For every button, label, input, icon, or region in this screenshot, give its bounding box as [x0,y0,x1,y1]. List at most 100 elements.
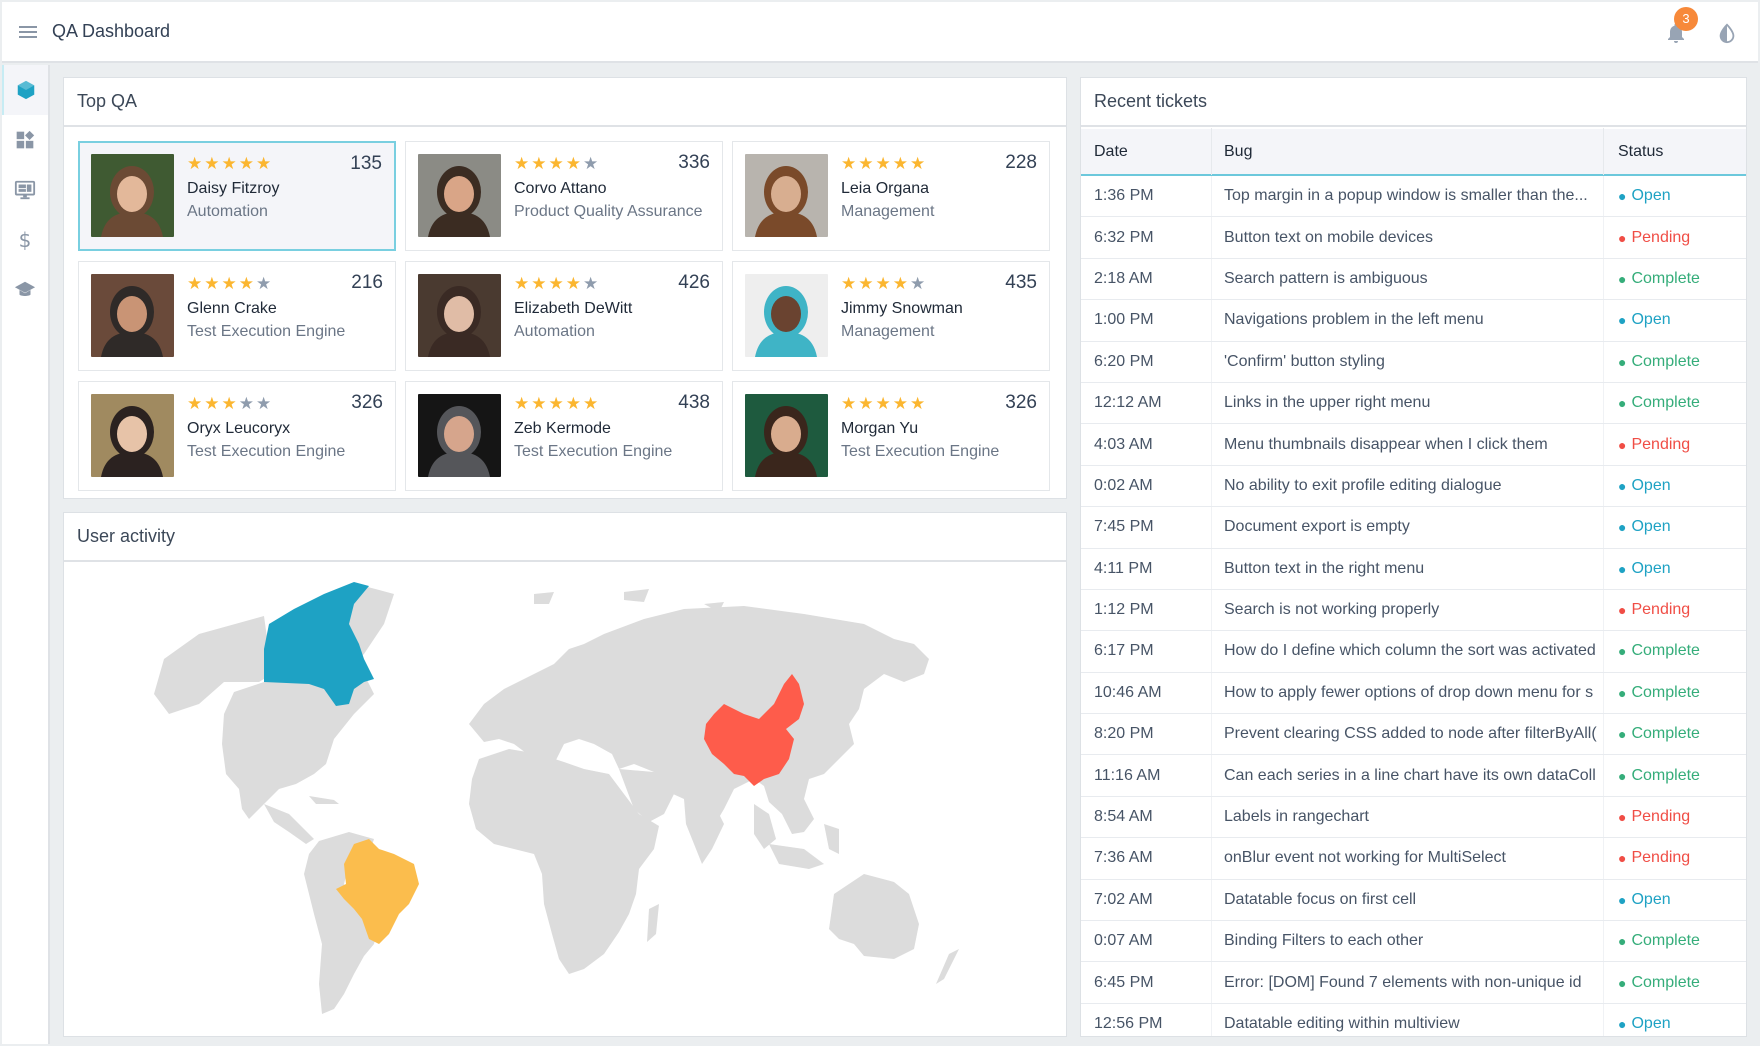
qa-card[interactable]: ★★★★★ 326 Morgan Yu Test Execution Engin… [732,381,1050,491]
ticket-date: 1:36 PM [1094,187,1154,205]
ticket-date: 6:32 PM [1094,228,1154,246]
rating-stars: ★★★★★ [841,274,927,294]
qa-card[interactable]: ★★★★★ 326 Oryx Leucoryx Test Execution E… [78,381,396,491]
qa-card[interactable]: ★★★★★ 438 Zeb Kermode Test Execution Eng… [405,381,723,491]
table-row[interactable]: 4:03 AM Menu thumbnails disappear when I… [1081,424,1746,466]
sidebar-item-dashboard[interactable] [2,65,48,115]
status-dot-icon: ● [1618,891,1627,908]
ticket-bug: How do I define which column the sort wa… [1211,631,1603,672]
rating-stars: ★★★★★ [514,274,600,294]
qa-card[interactable]: ★★★★★ 135 Daisy Fitzroy Automation [78,141,396,251]
top-qa-title: Top QA [64,78,1066,127]
world-map[interactable] [64,564,1066,1036]
status-dot-icon: ● [1618,312,1627,329]
table-row[interactable]: 7:45 PM Document export is empty ● Open [1081,507,1746,549]
rating-stars: ★★★★★ [187,394,273,414]
star-filled-icon: ★ [858,154,876,173]
star-filled-icon: ★ [875,274,893,293]
ticket-date: 4:11 PM [1094,559,1153,577]
notifications-button[interactable]: 3 [1664,6,1698,45]
star-filled-icon: ★ [841,394,859,413]
star-empty-icon: ★ [256,394,274,413]
star-filled-icon: ★ [875,154,893,173]
ticket-bug: Search pattern is ambiguous [1211,258,1603,300]
star-filled-icon: ★ [548,274,566,293]
table-row[interactable]: 1:12 PM Search is not working properly ●… [1081,589,1746,632]
rating-stars: ★★★★★ [187,274,273,294]
ticket-status: ● Complete [1603,672,1746,714]
ticket-date: 6:17 PM [1094,642,1154,660]
ticket-date: 8:54 AM [1094,808,1153,826]
ticket-status: ● Open [1603,465,1746,507]
status-dot-icon: ● [1618,229,1627,246]
table-row[interactable]: 6:45 PM Error: [DOM] Found 7 elements wi… [1081,962,1746,1004]
qa-name: Zeb Kermode [514,420,611,437]
ticket-date: 11:16 AM [1094,766,1161,784]
star-filled-icon: ★ [858,274,876,293]
qa-card[interactable]: ★★★★★ 426 Elizabeth DeWitt Automation [405,261,723,371]
ticket-bug: Navigations problem in the left menu [1211,300,1603,341]
table-row[interactable]: 6:17 PM How do I define which column the… [1081,631,1746,673]
ticket-bug: Search is not working properly [1211,589,1603,631]
column-header-date[interactable]: Date [1081,143,1211,161]
sidebar-item-monitor[interactable] [2,165,48,215]
star-filled-icon: ★ [204,394,222,413]
avatar [745,274,828,357]
star-filled-icon: ★ [841,154,859,173]
table-row[interactable]: 11:16 AM Can each series in a line chart… [1081,755,1746,797]
ticket-bug: Datatable editing within multiview [1211,1003,1603,1036]
table-row[interactable]: 12:56 PM Datatable editing within multiv… [1081,1003,1746,1036]
table-row[interactable]: 1:36 PM Top margin in a popup window is … [1081,176,1746,218]
star-empty-icon: ★ [238,394,256,413]
sidebar-item-finance[interactable]: $ [2,215,48,265]
table-row[interactable]: 12:12 AM Links in the upper right menu ●… [1081,382,1746,425]
status-label: Complete [1631,725,1700,743]
sidebar-item-education[interactable] [2,265,48,315]
ticket-status: ● Open [1603,300,1746,341]
star-filled-icon: ★ [583,394,601,413]
table-row[interactable]: 7:02 AM Datatable focus on first cell ● … [1081,879,1746,922]
qa-card[interactable]: ★★★★★ 435 Jimmy Snowman Management [732,261,1050,371]
ticket-status: ● Open [1603,548,1746,589]
ticket-date: 7:36 AM [1094,849,1153,867]
table-row[interactable]: 2:18 AM Search pattern is ambiguous ● Co… [1081,258,1746,301]
star-filled-icon: ★ [514,274,532,293]
table-row[interactable]: 6:20 PM 'Confirm' button styling ● Compl… [1081,341,1746,383]
ticket-status: ● Pending [1603,838,1746,879]
qa-card[interactable]: ★★★★★ 216 Glenn Crake Test Execution Eng… [78,261,396,371]
column-header-bug[interactable]: Bug [1211,128,1603,175]
table-row[interactable]: 1:00 PM Navigations problem in the left … [1081,300,1746,342]
status-dot-icon: ● [1618,353,1627,370]
table-row[interactable]: 7:36 AM onBlur event not working for Mul… [1081,838,1746,880]
star-filled-icon: ★ [565,394,583,413]
table-row[interactable]: 0:02 AM No ability to exit profile editi… [1081,465,1746,508]
qa-role: Management [841,323,935,340]
status-label: Open [1631,187,1671,205]
star-filled-icon: ★ [238,154,256,173]
status-label: Complete [1631,932,1700,950]
qa-score: 438 [678,392,710,413]
table-row[interactable]: 4:11 PM Button text in the right menu ● … [1081,548,1746,590]
menu-toggle-button[interactable] [6,10,50,54]
table-row[interactable]: 6:32 PM Button text on mobile devices ● … [1081,217,1746,259]
rating-stars: ★★★★★ [514,154,600,174]
star-empty-icon: ★ [583,154,601,173]
ticket-status: ● Complete [1603,631,1746,672]
star-filled-icon: ★ [256,154,274,173]
theme-toggle-button[interactable] [1716,22,1738,44]
status-dot-icon: ● [1618,395,1627,412]
status-label: Complete [1631,642,1700,660]
status-label: Complete [1631,269,1700,287]
qa-name: Glenn Crake [187,300,277,317]
sidebar-item-widgets[interactable] [2,115,48,165]
table-row[interactable]: 8:54 AM Labels in rangechart ● Pending [1081,796,1746,839]
notification-count-badge: 3 [1674,6,1698,31]
qa-card[interactable]: ★★★★★ 336 Corvo Attano Product Quality A… [405,141,723,251]
qa-card[interactable]: ★★★★★ 228 Leia Organa Management [732,141,1050,251]
qa-name: Oryx Leucoryx [187,420,291,437]
star-filled-icon: ★ [514,394,532,413]
table-row[interactable]: 0:07 AM Binding Filters to each other ● … [1081,921,1746,963]
column-header-status[interactable]: Status [1603,128,1746,175]
table-row[interactable]: 10:46 AM How to apply fewer options of d… [1081,672,1746,715]
table-row[interactable]: 8:20 PM Prevent clearing CSS added to no… [1081,714,1746,756]
